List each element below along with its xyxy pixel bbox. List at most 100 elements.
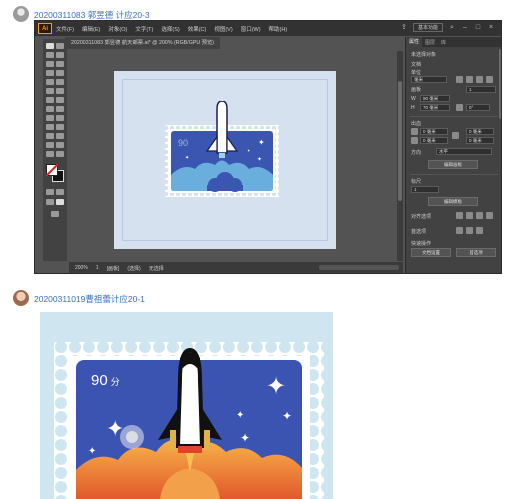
perspective-tool-icon[interactable] xyxy=(56,115,64,121)
document-tab[interactable]: 20200311083 郭昱德 航天邮票.ai* @ 200% (RGB/GPU… xyxy=(65,37,221,49)
bleed-left[interactable]: 0 毫米 xyxy=(420,137,448,144)
gradient-mode-icon[interactable] xyxy=(56,189,64,195)
panel-divider xyxy=(410,116,498,117)
symbol-sprayer-tool-icon[interactable] xyxy=(46,142,54,148)
edit-artboard-button[interactable]: 编辑画板 xyxy=(428,160,478,169)
maximize-icon[interactable]: □ xyxy=(474,24,482,32)
vertical-scrollbar[interactable] xyxy=(397,51,403,261)
direction-select[interactable]: 水平 xyxy=(436,148,492,155)
workspace-switcher[interactable]: 基本功能 xyxy=(412,23,443,32)
bleed-bottom[interactable]: 0 毫米 xyxy=(466,128,494,135)
menu-help[interactable]: 帮助(H) xyxy=(269,25,288,33)
panel-tabs: 属性 图层 库 xyxy=(406,37,501,47)
paintbrush-tool-icon[interactable] xyxy=(56,79,64,85)
selection-tool-icon[interactable] xyxy=(46,43,54,49)
username[interactable]: 20200311019曹祖蕾计应20-1 xyxy=(34,293,145,305)
stamp-artwork[interactable]: 90 ✦ ✦ ✦ ✦ xyxy=(163,101,281,199)
height-label: H xyxy=(411,105,415,111)
artboard-options-icon[interactable] xyxy=(476,76,483,83)
avatar[interactable] xyxy=(13,290,29,306)
tab-properties[interactable]: 属性 xyxy=(406,37,423,47)
prefs-label: 首选项 xyxy=(411,229,427,235)
artboard-nav[interactable]: 1 xyxy=(96,265,99,271)
keyboard-increment-icon[interactable] xyxy=(456,227,463,234)
more-tools-icon[interactable] xyxy=(51,211,59,217)
menu-effect[interactable]: 效果(C) xyxy=(188,25,207,33)
none-fill-icon xyxy=(46,164,58,176)
unit-select[interactable]: 毫米 xyxy=(411,76,447,83)
close-icon[interactable]: × xyxy=(487,24,495,32)
tab-layers[interactable]: 图层 xyxy=(422,39,438,46)
search-icon[interactable]: ⌕ xyxy=(448,24,456,32)
horizontal-scrollbar[interactable] xyxy=(319,265,399,270)
edit-template-button[interactable]: 编辑模板 xyxy=(428,197,478,206)
artboard-number[interactable]: 1 xyxy=(466,86,496,93)
shape-builder-tool-icon[interactable] xyxy=(46,115,54,121)
zoom-tool-icon[interactable] xyxy=(56,151,64,157)
stamp-illustration: ✦ ✦ ✦ ✦ ✦ ✦ xyxy=(54,342,324,499)
panel-scrollbar[interactable] xyxy=(499,49,501,119)
free-transform-tool-icon[interactable] xyxy=(56,106,64,112)
status-info: 无选择 xyxy=(148,265,164,272)
canvas-area[interactable]: 90 ✦ ✦ ✦ ✦ xyxy=(69,51,395,261)
draw-mode-icon[interactable] xyxy=(46,199,54,205)
menu-object[interactable]: 对象(O) xyxy=(108,25,127,33)
tab-libraries[interactable]: 库 xyxy=(438,39,449,46)
snap-pixel-icon[interactable] xyxy=(476,212,483,219)
minimize-icon[interactable]: – xyxy=(461,24,469,32)
ruler-select[interactable]: 1 xyxy=(411,186,439,193)
avatar[interactable] xyxy=(13,6,29,22)
width-tool-icon[interactable] xyxy=(46,106,54,112)
preferences-button[interactable]: 首选项 xyxy=(456,248,496,257)
artboard[interactable]: 90 ✦ ✦ ✦ ✦ xyxy=(114,71,336,249)
gradient-tool-icon[interactable] xyxy=(56,124,64,130)
magic-wand-tool-icon[interactable] xyxy=(46,52,54,58)
link-icon[interactable] xyxy=(452,132,459,139)
direct-selection-tool-icon[interactable] xyxy=(56,43,64,49)
artboard-edit-icon[interactable] xyxy=(486,76,493,83)
menu-edit[interactable]: 编辑(E) xyxy=(82,25,100,33)
align-icon[interactable] xyxy=(456,76,463,83)
scale-tool-icon[interactable] xyxy=(56,97,64,103)
rotate-tool-icon[interactable] xyxy=(46,97,54,103)
width-field[interactable]: 90 毫米 xyxy=(420,95,450,102)
illustrator-window: Ai 文件(F) 编辑(E) 对象(O) 文字(T) 选择(S) 效果(C) 视… xyxy=(34,20,502,274)
snap-grid-icon[interactable] xyxy=(466,212,473,219)
menu-view[interactable]: 视图(V) xyxy=(214,25,232,33)
menu-bar: Ai 文件(F) 编辑(E) 对象(O) 文字(T) 选择(S) 效果(C) 视… xyxy=(35,21,501,36)
hand-tool-icon[interactable] xyxy=(46,151,54,157)
svg-text:✦: ✦ xyxy=(258,138,265,147)
stamp-image[interactable]: ✦ ✦ ✦ ✦ ✦ ✦ xyxy=(40,312,333,499)
rectangle-tool-icon[interactable] xyxy=(46,79,54,85)
line-tool-icon[interactable] xyxy=(56,70,64,76)
rotate-field[interactable]: 0° xyxy=(466,104,490,111)
distribute-icon[interactable] xyxy=(466,76,473,83)
snap-point-icon[interactable] xyxy=(456,212,463,219)
zoom-level[interactable]: 200% xyxy=(75,265,88,271)
pencil-tool-icon[interactable] xyxy=(46,88,54,94)
graph-tool-icon[interactable] xyxy=(56,142,64,148)
document-label: 文档 xyxy=(411,62,422,68)
lasso-tool-icon[interactable] xyxy=(56,52,64,58)
document-settings-button[interactable]: 文档设置 xyxy=(411,248,451,257)
curvature-tool-icon[interactable] xyxy=(56,61,64,67)
eraser-tool-icon[interactable] xyxy=(56,88,64,94)
menu-file[interactable]: 文件(F) xyxy=(56,25,74,33)
menu-window[interactable]: 窗口(W) xyxy=(241,25,261,33)
scale-strokes-icon[interactable] xyxy=(476,227,483,234)
type-tool-icon[interactable] xyxy=(46,70,54,76)
bleed-right[interactable]: 0 毫米 xyxy=(466,137,494,144)
color-mode-icon[interactable] xyxy=(46,189,54,195)
eyedropper-tool-icon[interactable] xyxy=(46,133,54,139)
height-field[interactable]: 70 毫米 xyxy=(420,104,450,111)
snap-glyph-icon[interactable] xyxy=(486,212,493,219)
bleed-top[interactable]: 0 毫米 xyxy=(420,128,448,135)
mesh-tool-icon[interactable] xyxy=(46,124,54,130)
screen-mode-icon[interactable] xyxy=(56,199,64,205)
blend-tool-icon[interactable] xyxy=(56,133,64,139)
menu-type[interactable]: 文字(T) xyxy=(135,25,153,33)
pen-tool-icon[interactable] xyxy=(46,61,54,67)
share-icon[interactable]: ⇪ xyxy=(400,24,408,32)
menu-select[interactable]: 选择(S) xyxy=(161,25,179,33)
scale-corners-icon[interactable] xyxy=(466,227,473,234)
